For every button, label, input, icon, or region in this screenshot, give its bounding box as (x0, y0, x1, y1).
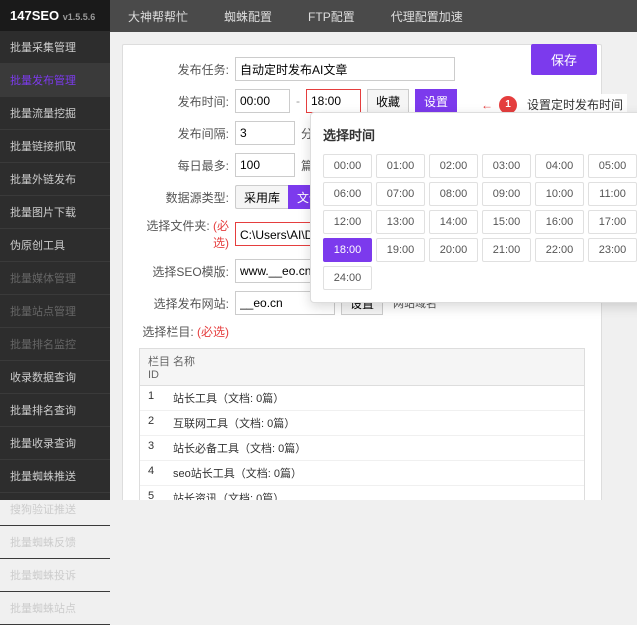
sidebar-item-index-query[interactable]: 收录数据查询 (0, 361, 110, 394)
file-label: 选择文件夹: (必选) (139, 217, 229, 251)
save-button[interactable]: 保存 (531, 44, 597, 75)
header-id: 栏目ID (148, 353, 173, 381)
sidebar-item-spider-push[interactable]: 批量蜘蛛推送 (0, 460, 110, 493)
source-library-button[interactable]: 采用库 (235, 185, 288, 209)
time-label: 发布时间: (139, 93, 229, 110)
row-name: seo站长工具（文档: 0篇） (173, 465, 576, 481)
table-row[interactable]: 2 互联网工具（文档: 0篇） (140, 411, 584, 436)
sidebar-item-external[interactable]: 批量外链发布 (0, 163, 110, 196)
seo-label: 选择SEO模版: (139, 263, 229, 280)
time-cell[interactable]: 07:00 (376, 182, 425, 206)
time-cell[interactable]: 23:00 (588, 238, 637, 262)
table-header: 栏目ID 名称 (140, 349, 584, 386)
task-row: 发布任务: (139, 57, 585, 81)
sidebar-item-collect[interactable]: 批量采集管理 (0, 31, 110, 64)
sidebar-item-index-query2[interactable]: 批量收录查询 (0, 427, 110, 460)
time-picker-title: 选择时间 (323, 125, 637, 144)
topnav-helper[interactable]: 大神帮帮忙 (120, 0, 196, 32)
topnav-ftp[interactable]: FTP配置 (300, 0, 363, 32)
time-cell[interactable]: 11:00 (588, 182, 637, 206)
sidebar: 147SEO v1.5.5.6 批量采集管理 批量发布管理 批量流量挖掘 批量链… (0, 0, 110, 500)
sidebar-item-links[interactable]: 批量链接抓取 (0, 130, 110, 163)
row-id: 5 (148, 490, 173, 500)
time-cell[interactable]: 21:00 (482, 238, 531, 262)
row-id: 3 (148, 440, 173, 456)
sidebar-item-sogou-push[interactable]: 搜狗验证推送 (0, 493, 110, 526)
table-row[interactable]: 5 站长资讯（文档: 0篇） (140, 486, 584, 500)
time-cell[interactable]: 03:00 (482, 154, 531, 178)
time-cell[interactable]: 22:00 (535, 238, 584, 262)
time-set-button[interactable]: 设置 (415, 89, 457, 113)
sidebar-item-rank-monitor[interactable]: 批量排名监控 (0, 328, 110, 361)
row-id: 2 (148, 415, 173, 431)
time-cell[interactable]: 06:00 (323, 182, 372, 206)
category-row: 选择栏目: (必选) (139, 323, 585, 340)
row-name: 站长资讯（文档: 0篇） (173, 490, 576, 500)
time-grid: 00:0001:0002:0003:0004:0005:00 06:0007:00… (323, 154, 637, 290)
sidebar-item-media[interactable]: 批量媒体管理 (0, 262, 110, 295)
time-cell[interactable]: 02:00 (429, 154, 478, 178)
time-end-input[interactable] (306, 89, 361, 113)
time-start-input[interactable] (235, 89, 290, 113)
sidebar-item-images[interactable]: 批量图片下载 (0, 196, 110, 229)
sidebar-item-publish[interactable]: 批量发布管理 (0, 64, 110, 97)
time-cell[interactable]: 19:00 (376, 238, 425, 262)
row-name: 站长工具（文档: 0篇） (173, 390, 576, 406)
time-cell[interactable]: 15:00 (482, 210, 531, 234)
main-area: 大神帮帮忙 蜘蛛配置 FTP配置 代理配置加速 保存 ← 1 设置定时发布时间 … (110, 0, 637, 500)
sidebar-item-pseudo[interactable]: 伪原创工具 (0, 229, 110, 262)
topnav: 大神帮帮忙 蜘蛛配置 FTP配置 代理配置加速 (110, 0, 637, 32)
row-name: 互联网工具（文档: 0篇） (173, 415, 576, 431)
table-row[interactable]: 1 站长工具（文档: 0篇） (140, 386, 584, 411)
time-cell[interactable]: 16:00 (535, 210, 584, 234)
sidebar-item-sites[interactable]: 批量站点管理 (0, 295, 110, 328)
time-cell[interactable]: 09:00 (482, 182, 531, 206)
time-picker-modal: 选择时间 00:0001:0002:0003:0004:0005:00 06:00… (310, 112, 637, 303)
sidebar-item-traffic[interactable]: 批量流量挖掘 (0, 97, 110, 130)
time-cell[interactable]: 04:00 (535, 154, 584, 178)
content-area: 保存 ← 1 设置定时发布时间 ← 2 选择存储文章的文件夹 发布任务: 发布时… (110, 32, 637, 500)
time-cell[interactable]: 12:00 (323, 210, 372, 234)
time-cell[interactable]: 05:00 (588, 154, 637, 178)
annotation-number-1: 1 (499, 96, 517, 114)
app-logo: 147SEO v1.5.5.6 (0, 0, 110, 31)
table-row[interactable]: 3 站长必备工具（文档: 0篇） (140, 436, 584, 461)
time-collect-button[interactable]: 收藏 (367, 89, 409, 113)
site-label: 选择发布网站: (139, 295, 229, 312)
time-cell[interactable]: 18:00 (323, 238, 372, 262)
category-label: 选择栏目: (必选) (139, 323, 229, 340)
daily-label: 每日最多: (139, 157, 229, 174)
time-cell[interactable]: 00:00 (323, 154, 372, 178)
sidebar-item-rank-query[interactable]: 批量排名查询 (0, 394, 110, 427)
daily-input[interactable] (235, 153, 295, 177)
sidebar-item-spider-sites[interactable]: 批量蜘蛛站点 (0, 592, 110, 625)
task-label: 发布任务: (139, 61, 229, 78)
category-table: 栏目ID 名称 1 站长工具（文档: 0篇） 2 互联网工具（文档: 0篇） 3… (139, 348, 585, 500)
sidebar-item-spider-feedback[interactable]: 批量蜘蛛反馈 (0, 526, 110, 559)
time-cell[interactable]: 01:00 (376, 154, 425, 178)
source-label: 数据源类型: (139, 189, 229, 206)
time-cell[interactable]: 08:00 (429, 182, 478, 206)
interval-input[interactable] (235, 121, 295, 145)
header-name: 名称 (173, 353, 576, 381)
row-id: 4 (148, 465, 173, 481)
time-cell[interactable]: 13:00 (376, 210, 425, 234)
sidebar-item-spider-complaint[interactable]: 批量蜘蛛投诉 (0, 559, 110, 592)
time-cell[interactable]: 17:00 (588, 210, 637, 234)
time-cell[interactable]: 14:00 (429, 210, 478, 234)
interval-label: 发布间隔: (139, 125, 229, 142)
task-input[interactable] (235, 57, 455, 81)
row-name: 站长必备工具（文档: 0篇） (173, 440, 576, 456)
time-cell[interactable]: 20:00 (429, 238, 478, 262)
row-id: 1 (148, 390, 173, 406)
time-cell[interactable]: 24:00 (323, 266, 372, 290)
time-cell[interactable]: 10:00 (535, 182, 584, 206)
arrow-icon-1: ← (481, 98, 493, 112)
table-row[interactable]: 4 seo站长工具（文档: 0篇） (140, 461, 584, 486)
topnav-proxy[interactable]: 代理配置加速 (383, 0, 471, 32)
time-separator: - (296, 94, 300, 108)
topnav-spider[interactable]: 蜘蛛配置 (216, 0, 280, 32)
